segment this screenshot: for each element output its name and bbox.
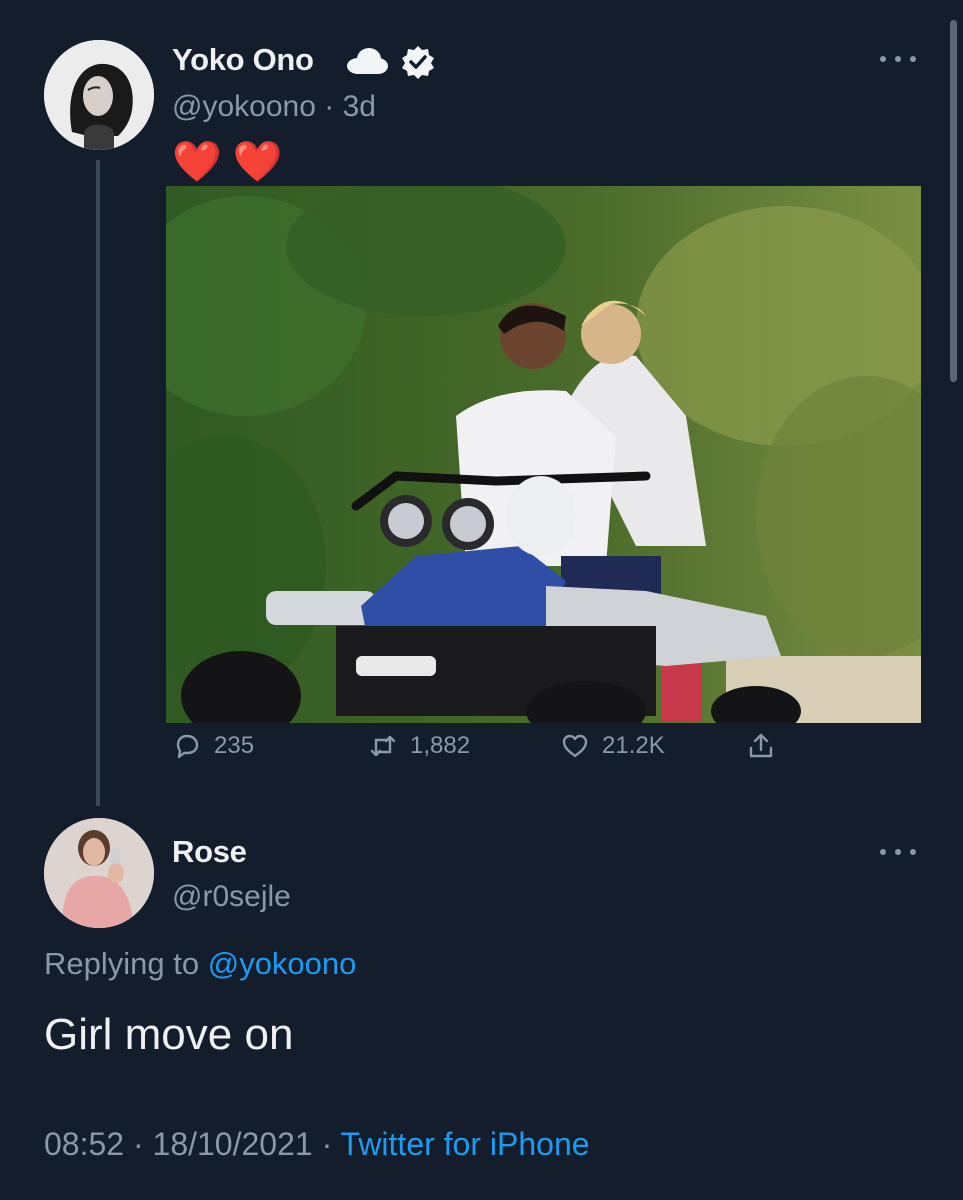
retweet-button[interactable]: 1,882	[368, 726, 470, 766]
timestamp-row: 08:52 · 18/10/2021 · Twitter for iPhone	[44, 1126, 590, 1163]
replying-to-line: Replying to @yokoono	[44, 946, 356, 982]
author-display-name[interactable]: Yoko Ono	[172, 42, 314, 78]
author-handle[interactable]: @yokoono	[172, 90, 316, 123]
share-button[interactable]	[746, 726, 788, 766]
rose-avatar[interactable]	[44, 818, 154, 928]
timestamp-separator-2: ·	[321, 1126, 333, 1162]
timestamp-separator: ·	[132, 1126, 144, 1162]
meta-separator: ·	[324, 90, 335, 123]
retweet-count: 1,882	[410, 732, 471, 759]
scrollbar[interactable]	[950, 20, 957, 382]
thread-connector-line	[96, 160, 100, 806]
like-button[interactable]: 21.2K	[560, 726, 665, 766]
tweet-photo[interactable]	[166, 186, 921, 723]
reply-count: 235	[214, 732, 255, 759]
reply-icon	[176, 734, 199, 759]
replying-to-prefix: Replying to	[44, 946, 208, 981]
reply-author-display-name[interactable]: Rose	[172, 834, 247, 870]
like-count: 21.2K	[602, 732, 665, 759]
share-icon	[749, 733, 773, 758]
reply-time[interactable]: 08:52	[44, 1126, 124, 1162]
tweet-age[interactable]: 3d	[343, 90, 376, 123]
author-handle-time: @yokoono · 3d	[172, 90, 376, 124]
reply-date[interactable]: 18/10/2021	[153, 1126, 313, 1162]
more-icon[interactable]	[880, 52, 916, 66]
tweet-thread-screen: Yoko Ono @yokoono · 3d ❤️ ❤️ 235 1,882 2…	[0, 0, 963, 1200]
reply-text: Girl move on	[44, 1010, 294, 1059]
author-name-text: Yoko Ono	[172, 42, 314, 77]
tweet-source-link[interactable]: Twitter for iPhone	[341, 1126, 590, 1162]
retweet-icon	[370, 735, 396, 757]
yoko-avatar[interactable]	[44, 40, 154, 150]
cloud-icon	[347, 48, 388, 74]
reply-button[interactable]: 235	[172, 726, 254, 766]
reply-author-handle[interactable]: @r0sejle	[172, 880, 291, 914]
heart-icon	[562, 734, 588, 758]
verified-badge-icon	[402, 46, 434, 79]
replying-to-mention[interactable]: @yokoono	[208, 946, 357, 981]
more-icon[interactable]	[880, 845, 916, 859]
tweet-text: ❤️ ❤️	[172, 140, 283, 184]
